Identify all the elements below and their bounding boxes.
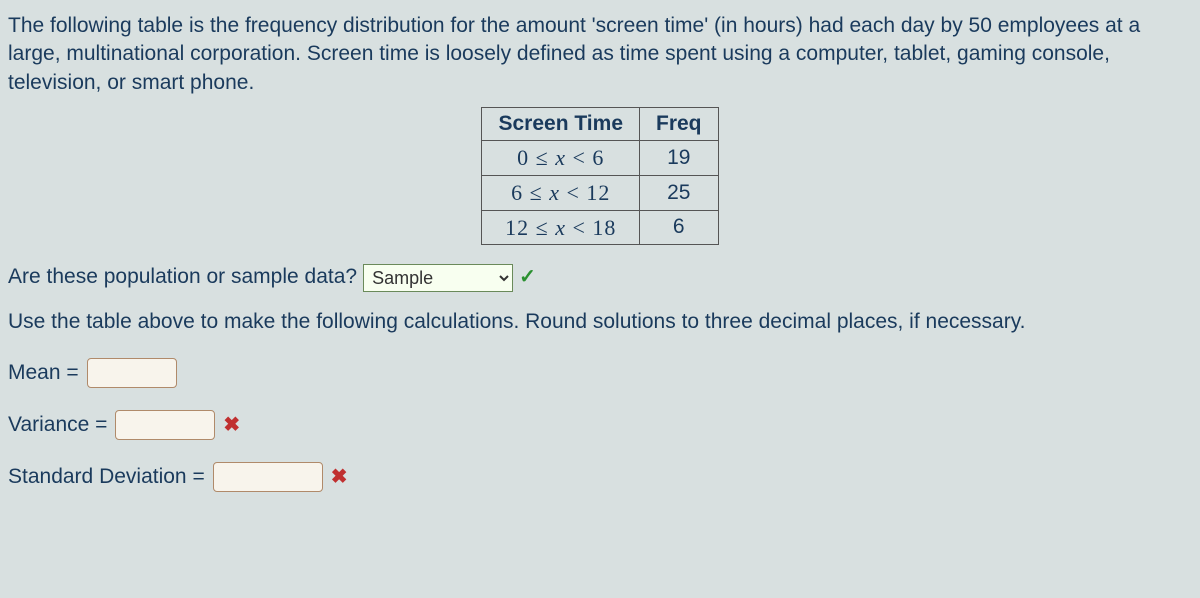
wrong-icon: ✖ [331, 464, 348, 491]
instructions: Use the table above to make the followin… [8, 308, 1192, 336]
freq-cell: 19 [640, 141, 719, 176]
stddev-input[interactable] [213, 462, 323, 492]
table-row: 12 ≤ x < 18 6 [482, 210, 718, 245]
variance-input[interactable] [115, 410, 215, 440]
freq-cell: 25 [640, 176, 719, 211]
range-cell: 6 ≤ x < 12 [482, 176, 640, 211]
header-freq: Freq [640, 108, 719, 141]
range-cell: 12 ≤ x < 18 [482, 210, 640, 245]
mean-label: Mean = [8, 359, 79, 387]
range-cell: 0 ≤ x < 6 [482, 141, 640, 176]
header-screen-time: Screen Time [482, 108, 640, 141]
stddev-label: Standard Deviation = [8, 463, 205, 491]
sample-question-label: Are these population or sample data? [8, 263, 357, 291]
mean-input[interactable] [87, 358, 177, 388]
sample-select[interactable]: Population Sample [363, 264, 513, 292]
intro-paragraph: The following table is the frequency dis… [8, 12, 1192, 97]
wrong-icon: ✖ [223, 412, 240, 439]
variance-label: Variance = [8, 411, 107, 439]
check-icon: ✓ [519, 264, 536, 291]
table-row: 6 ≤ x < 12 25 [482, 176, 718, 211]
table-row: 0 ≤ x < 6 19 [482, 141, 718, 176]
frequency-table: Screen Time Freq 0 ≤ x < 6 19 6 ≤ x < 12… [481, 107, 718, 245]
freq-cell: 6 [640, 210, 719, 245]
